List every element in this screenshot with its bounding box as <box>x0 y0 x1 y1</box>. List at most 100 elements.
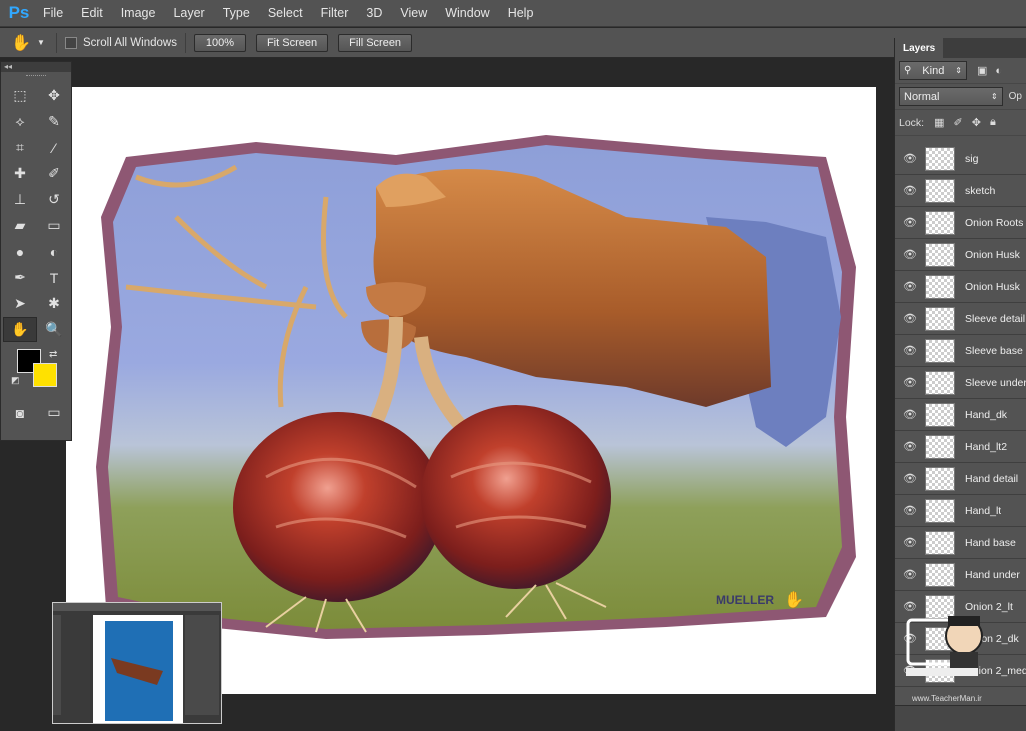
marquee-icon[interactable]: ⬚ <box>3 83 37 108</box>
layer-row[interactable]: 👁︎ Sleeve detail <box>895 303 1026 335</box>
visibility-eye-icon[interactable]: 👁︎ <box>895 344 925 357</box>
blur-icon[interactable]: ● <box>3 239 37 264</box>
lock-all-icon[interactable]: 🔒︎ <box>990 116 996 129</box>
layer-row[interactable]: 👁︎ Sleeve base <box>895 335 1026 367</box>
gradient-icon[interactable]: ▭ <box>37 213 71 238</box>
filter-kind-dropdown[interactable]: ⚲ Kind ⇕ <box>899 61 967 80</box>
layer-row[interactable]: 👁︎ Onion Husk <box>895 271 1026 303</box>
layer-name: Hand_dk <box>965 408 1008 421</box>
visibility-eye-icon[interactable]: 👁︎ <box>895 568 925 581</box>
visibility-eye-icon[interactable]: 👁︎ <box>895 504 925 517</box>
layer-row[interactable]: 👁︎ Hand base <box>895 527 1026 559</box>
swap-colors-icon[interactable]: ⇄ <box>49 349 57 360</box>
visibility-eye-icon[interactable]: 👁︎ <box>895 472 925 485</box>
layer-row[interactable]: 👁︎ sig <box>895 143 1026 175</box>
blend-mode-label: Normal <box>904 90 940 103</box>
options-bar: ✋ ▼ Scroll All Windows 100% Fit Screen F… <box>0 28 1026 58</box>
filter-row: ⚲ Kind ⇕ ▣ ◐ <box>895 58 1026 84</box>
menu-edit[interactable]: Edit <box>72 6 112 20</box>
layer-row[interactable]: 👁︎ Hand detail <box>895 463 1026 495</box>
layer-row[interactable]: 👁︎ sketch <box>895 175 1026 207</box>
lasso-icon[interactable]: ⟡ <box>3 109 37 134</box>
fill-screen-button[interactable]: Fill Screen <box>338 33 413 52</box>
toolbox: ◂◂ ⬚ ✥ ⟡ ✎ ⌗ ⁄ ✚ ✐ ⊥ ↺ ▰ ▭ ● ◐ ✒ T ➤ ✱ ✋ 🔍 ⇄ ◩ ◙ ▭ <box>0 61 72 441</box>
menu-image[interactable]: Image <box>112 6 165 20</box>
blend-mode-dropdown[interactable]: Normal ⇕ <box>899 87 1003 106</box>
visibility-eye-icon[interactable]: 👁︎ <box>895 216 925 229</box>
layer-row[interactable]: 👁︎ Hand_dk <box>895 399 1026 431</box>
hand-icon[interactable]: ✋ <box>3 317 37 342</box>
layer-row[interactable]: 👁︎ Hand under <box>895 559 1026 591</box>
tool-grid: ⬚ ✥ ⟡ ✎ ⌗ ⁄ ✚ ✐ ⊥ ↺ ▰ ▭ ● ◐ ✒ T ➤ ✱ ✋ 🔍 <box>1 80 71 345</box>
layer-row[interactable]: 👁︎ Hand_lt2 <box>895 431 1026 463</box>
visibility-eye-icon[interactable]: 👁︎ <box>895 376 925 389</box>
scroll-all-windows-checkbox[interactable] <box>65 36 77 49</box>
hand-tool-preset[interactable]: ✋ ▼ <box>8 33 48 53</box>
lock-transparent-icon[interactable]: ▦ <box>934 116 944 129</box>
stamp-icon[interactable]: ⊥ <box>3 187 37 212</box>
menu-layer[interactable]: Layer <box>164 6 213 20</box>
photoshop-logo-icon: Ps <box>8 3 30 22</box>
background-color-swatch[interactable] <box>33 363 57 387</box>
menu-file[interactable]: File <box>34 6 72 20</box>
layer-thumbnail <box>925 338 955 363</box>
search-icon: ⚲ <box>904 65 912 76</box>
visibility-eye-icon[interactable]: 👁︎ <box>895 440 925 453</box>
eyedropper-icon[interactable]: ⁄ <box>37 135 71 160</box>
lock-position-icon[interactable]: ✥ <box>972 116 981 129</box>
layer-name: Hand detail <box>965 472 1019 485</box>
panel-footer <box>895 705 1026 731</box>
path-select-icon[interactable]: ➤ <box>3 291 37 316</box>
menu-view[interactable]: View <box>391 6 436 20</box>
visibility-eye-icon[interactable]: 👁︎ <box>895 248 925 261</box>
teacherman-watermark <box>902 606 1024 706</box>
visibility-eye-icon[interactable]: 👁︎ <box>895 152 925 165</box>
lock-image-icon[interactable]: ✐ <box>954 116 963 129</box>
menu-bar: Ps File Edit Image Layer Type Select Fil… <box>0 0 1026 27</box>
adjustment-filter-icon[interactable]: ◐ <box>995 65 1002 77</box>
eraser-icon[interactable]: ▰ <box>3 213 37 238</box>
menu-filter[interactable]: Filter <box>312 6 358 20</box>
zoom-icon[interactable]: 🔍 <box>37 317 71 342</box>
crop-icon[interactable]: ⌗ <box>3 135 37 160</box>
quick-select-icon[interactable]: ✎ <box>37 109 71 134</box>
healing-icon[interactable]: ✚ <box>3 161 37 186</box>
filter-kind-label: Kind <box>922 64 945 77</box>
toolbox-collapse-button[interactable]: ◂◂ <box>1 62 71 72</box>
fit-screen-button[interactable]: Fit Screen <box>255 33 329 52</box>
layer-thumbnail <box>925 274 955 299</box>
shape-icon[interactable]: ✱ <box>37 291 71 316</box>
default-colors-icon[interactable]: ◩ <box>11 375 20 386</box>
tab-layers[interactable]: Layers <box>895 38 944 58</box>
menu-help[interactable]: Help <box>499 6 543 20</box>
layer-row[interactable]: 👁︎ Sleeve under <box>895 367 1026 399</box>
quick-mask-icon[interactable]: ◙ <box>3 400 37 425</box>
toolbox-grip[interactable] <box>1 72 71 80</box>
visibility-eye-icon[interactable]: 👁︎ <box>895 408 925 421</box>
brush-icon[interactable]: ✐ <box>37 161 71 186</box>
artist-signature: MUELLER <box>716 593 774 607</box>
type-icon[interactable]: T <box>37 265 71 290</box>
visibility-eye-icon[interactable]: 👁︎ <box>895 184 925 197</box>
screen-mode-icon[interactable]: ▭ <box>37 400 71 425</box>
move-icon[interactable]: ✥ <box>37 83 71 108</box>
dodge-icon[interactable]: ◐ <box>37 239 71 264</box>
layer-row[interactable]: 👁︎ Onion Roots <box>895 207 1026 239</box>
zoom-100-button[interactable]: 100% <box>193 33 246 52</box>
menu-window[interactable]: Window <box>436 6 498 20</box>
menu-select[interactable]: Select <box>259 6 312 20</box>
visibility-eye-icon[interactable]: 👁︎ <box>895 280 925 293</box>
layer-row[interactable]: 👁︎ Onion Husk <box>895 239 1026 271</box>
visibility-eye-icon[interactable]: 👁︎ <box>895 312 925 325</box>
layer-row[interactable]: 👁︎ Hand_lt <box>895 495 1026 527</box>
visibility-eye-icon[interactable]: 👁︎ <box>895 536 925 549</box>
menu-type[interactable]: Type <box>214 6 259 20</box>
hand-icon: ✋ <box>11 34 31 52</box>
menu-3d[interactable]: 3D <box>357 6 391 20</box>
pen-icon[interactable]: ✒ <box>3 265 37 290</box>
lock-row: Lock: ▦ ✐ ✥ 🔒︎ <box>895 110 1026 136</box>
history-brush-icon[interactable]: ↺ <box>37 187 71 212</box>
layer-thumbnail <box>925 210 955 235</box>
layer-thumbnail <box>925 498 955 523</box>
image-filter-icon[interactable]: ▣ <box>977 64 987 77</box>
